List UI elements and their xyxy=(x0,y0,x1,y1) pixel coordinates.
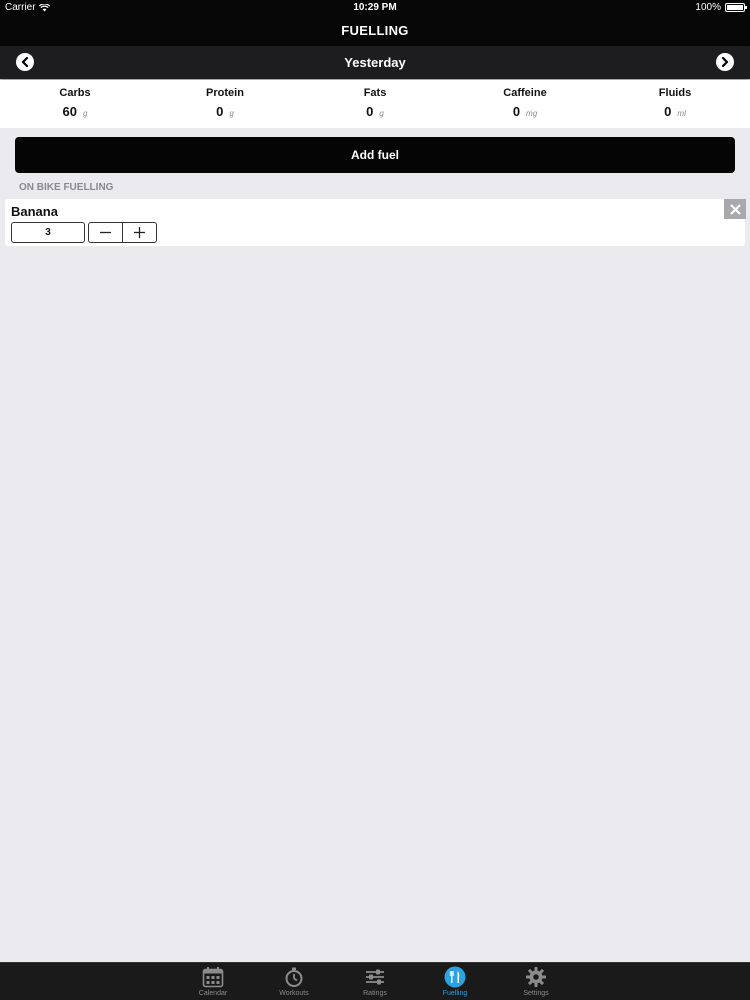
tab-workouts[interactable]: Workouts xyxy=(254,963,334,1000)
close-icon xyxy=(729,203,741,215)
page-title: FUELLING xyxy=(341,23,409,38)
metric-fats: Fats 0g xyxy=(300,80,450,128)
battery-indicator: 100% xyxy=(695,2,747,13)
add-fuel-button[interactable]: Add fuel xyxy=(15,137,735,173)
tab-label: Workouts xyxy=(279,990,309,997)
metric-fluids: Fluids 0 ml xyxy=(600,80,750,128)
gear-icon xyxy=(526,967,546,987)
tab-label: Settings xyxy=(523,990,549,997)
tab-bar: Calendar Workouts Ratings Fuelling Setti… xyxy=(0,962,750,1000)
fuel-item-name: Banana xyxy=(11,204,58,219)
sliders-icon xyxy=(366,969,384,985)
quantity-field[interactable] xyxy=(11,222,85,243)
nutrition-summary: Carbs 60 g Protein 0g Fats 0g Caffeine 0m… xyxy=(0,80,750,128)
decrement-button[interactable] xyxy=(89,223,123,242)
metric-unit: g xyxy=(83,109,88,118)
metric-name: Carbs xyxy=(59,87,91,99)
tab-label: Fuelling xyxy=(442,990,468,997)
date-navigator: Yesterday xyxy=(0,46,750,79)
fork-knife-icon xyxy=(444,966,466,988)
tab-ratings[interactable]: Ratings xyxy=(335,963,415,1000)
status-bar: Carrier 10:29 PM 100% xyxy=(0,0,750,16)
metric-value: 0 xyxy=(664,104,672,119)
chevron-right-icon xyxy=(721,57,729,67)
tab-label: Ratings xyxy=(363,990,387,997)
metric-carbs: Carbs 60 g xyxy=(0,80,150,128)
tab-fuelling[interactable]: Fuelling xyxy=(415,963,495,1000)
minus-icon xyxy=(100,231,111,234)
metric-unit: g xyxy=(379,109,384,118)
tab-label: Calendar xyxy=(198,990,228,997)
stopwatch-icon xyxy=(285,967,303,987)
plus-icon xyxy=(134,227,145,238)
battery-icon xyxy=(725,3,747,12)
clock: 10:29 PM xyxy=(353,2,397,13)
metric-name: Protein xyxy=(206,87,244,99)
tab-settings[interactable]: Settings xyxy=(496,963,576,1000)
next-day-button[interactable] xyxy=(716,53,734,71)
metric-name: Fluids xyxy=(658,87,692,99)
metric-value: 60 xyxy=(62,104,77,119)
date-label: Yesterday xyxy=(344,55,406,70)
metric-unit: mg xyxy=(526,109,538,118)
battery-percent: 100% xyxy=(695,2,721,13)
metric-protein: Protein 0g xyxy=(150,80,300,128)
metric-unit: ml xyxy=(677,109,686,118)
metric-name: Caffeine xyxy=(503,87,547,99)
app-header: Carrier 10:29 PM 100% FUELLING xyxy=(0,0,750,46)
remove-item-button[interactable] xyxy=(724,199,746,219)
metric-value: 0 xyxy=(216,104,224,119)
quantity-stepper xyxy=(88,222,157,243)
metric-caffeine: Caffeine 0 mg xyxy=(450,80,600,128)
fuel-item-card: Banana xyxy=(5,199,746,246)
calendar-icon xyxy=(202,967,224,988)
tab-calendar[interactable]: Calendar xyxy=(173,963,253,1000)
metric-unit: g xyxy=(229,109,234,118)
metric-value: 0 xyxy=(366,104,374,119)
section-header: ON BIKE FUELLING xyxy=(19,182,114,193)
metric-value: 0 xyxy=(512,104,521,119)
metric-name: Fats xyxy=(363,87,387,99)
increment-button[interactable] xyxy=(123,223,156,242)
